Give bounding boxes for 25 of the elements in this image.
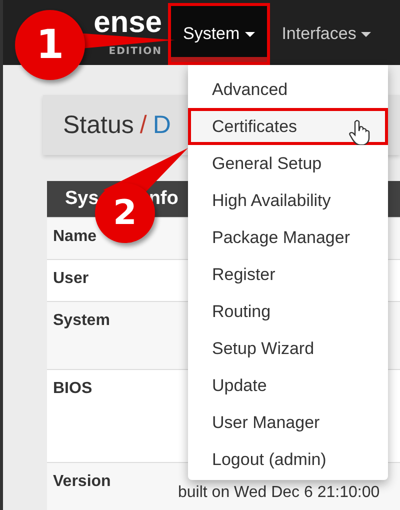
caret-icon bbox=[244, 32, 255, 36]
nav-menu-button[interactable]: Interfaces bbox=[270, 3, 384, 65]
dropdown-item[interactable]: Setup Wizard bbox=[188, 330, 388, 367]
logo-text: ense bbox=[94, 8, 162, 38]
row-value: built on Wed Dec 6 21:10:00 bbox=[178, 485, 381, 501]
hand-cursor-icon bbox=[349, 119, 371, 145]
dropdown-item[interactable]: Logout (admin) bbox=[188, 441, 388, 478]
dropdown-item[interactable]: Package Manager bbox=[188, 219, 388, 256]
row-label: Name bbox=[53, 228, 98, 247]
dropdown-item[interactable]: Register bbox=[188, 256, 388, 293]
caret-icon bbox=[361, 32, 372, 36]
dropdown-item[interactable]: Certificates bbox=[188, 108, 388, 145]
dropdown-item[interactable]: High Availability bbox=[188, 182, 388, 219]
dropdown-item[interactable]: Advanced bbox=[188, 71, 388, 108]
breadcrumb-section: Status bbox=[63, 110, 134, 140]
dropdown-item[interactable]: General Setup bbox=[188, 145, 388, 182]
logo-subtitle: EDITION bbox=[108, 46, 162, 57]
row-label: BIOS bbox=[53, 380, 94, 399]
row-label: System bbox=[53, 312, 111, 331]
dropdown-item[interactable]: Update bbox=[188, 367, 388, 404]
row-label: User bbox=[53, 270, 90, 289]
dropdown-item[interactable]: User Manager bbox=[188, 404, 388, 441]
breadcrumb-separator: / bbox=[140, 110, 147, 140]
nav-menu-button[interactable]: System bbox=[168, 3, 270, 65]
dropdown-item[interactable]: Routing bbox=[188, 293, 388, 330]
